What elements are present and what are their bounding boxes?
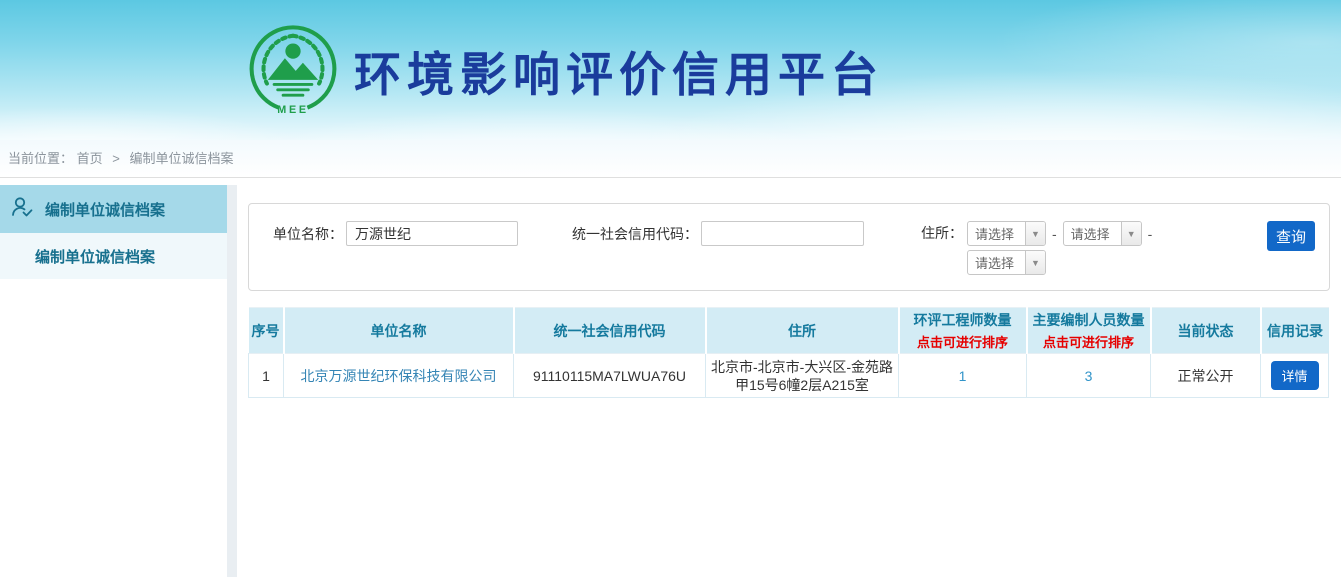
- chevron-down-icon[interactable]: ▼: [1025, 251, 1045, 274]
- site-header: MEE 环境影响评价信用平台: [0, 0, 1341, 140]
- address-dash: -: [1148, 226, 1153, 242]
- main-layout: 编制单位诚信档案 编制单位诚信档案 单位名称： 统一社会信用代码： 住所：: [0, 178, 1341, 577]
- address-field: 住所： 请选择 ▼ - 请选择 ▼ -: [921, 221, 1158, 275]
- table-header-row: 序号 单位名称 统一社会信用代码 住所 环评工程师数量 点击可进行排序 主要编制…: [249, 308, 1329, 354]
- brand: MEE 环境影响评价信用平台: [0, 0, 1341, 116]
- address-line2: 甲15号6幢2层A215室: [706, 376, 898, 394]
- col-staff-count: 主要编制人员数量 点击可进行排序: [1027, 308, 1151, 354]
- col-address: 住所: [706, 308, 899, 354]
- breadcrumb: 当前位置： 首页 > 编制单位诚信档案: [0, 140, 1341, 178]
- credit-code-input[interactable]: [701, 221, 864, 246]
- chevron-down-icon[interactable]: ▼: [1121, 222, 1141, 245]
- engineer-sort-hint[interactable]: 点击可进行排序: [900, 332, 1026, 351]
- content-area: 单位名称： 统一社会信用代码： 住所： 请选择 ▼: [237, 178, 1341, 577]
- address-selects: 请选择 ▼ - 请选择 ▼ - 请选择: [967, 221, 1158, 275]
- col-credit-record: 信用记录: [1261, 308, 1329, 354]
- col-index: 序号: [249, 308, 284, 354]
- address-label: 住所：: [921, 221, 963, 246]
- sidebar-item-credit-archive[interactable]: 编制单位诚信档案: [0, 185, 227, 233]
- credit-code-label: 统一社会信用代码：: [572, 224, 698, 244]
- sidebar-subitem-credit-archive[interactable]: 编制单位诚信档案: [0, 233, 227, 279]
- address-line1: 北京市-北京市-大兴区-金苑路: [706, 358, 898, 376]
- cell-credit-code: 91110115MA7LWUA76U: [514, 354, 706, 398]
- col-company: 单位名称: [284, 308, 514, 354]
- user-check-icon: [10, 195, 34, 224]
- page: MEE 环境影响评价信用平台 当前位置： 首页 > 编制单位诚信档案 编制单位诚…: [0, 0, 1341, 578]
- sidebar-subitem-label: 编制单位诚信档案: [35, 246, 155, 267]
- results-table: 序号 单位名称 统一社会信用代码 住所 环评工程师数量 点击可进行排序 主要编制…: [248, 307, 1329, 398]
- col-engineer-count: 环评工程师数量 点击可进行排序: [899, 308, 1027, 354]
- staff-count-link[interactable]: 3: [1085, 368, 1093, 384]
- sidebar: 编制单位诚信档案 编制单位诚信档案: [0, 178, 227, 577]
- sidebar-divider: [227, 185, 237, 577]
- sidebar-item-label: 编制单位诚信档案: [45, 199, 165, 220]
- col-staff-count-label: 主要编制人员数量: [1028, 310, 1150, 330]
- cell-index: 1: [249, 354, 284, 398]
- detail-button[interactable]: 详情: [1271, 361, 1319, 390]
- chevron-down-icon[interactable]: ▼: [1025, 222, 1045, 245]
- cell-status: 正常公开: [1151, 354, 1261, 398]
- district-select[interactable]: 请选择 ▼: [967, 250, 1046, 275]
- breadcrumb-prefix: 当前位置：: [8, 151, 73, 166]
- district-select-value: 请选择: [968, 253, 1025, 272]
- breadcrumb-separator: >: [112, 151, 120, 166]
- company-name-field: 单位名称：: [273, 221, 518, 246]
- engineer-count-link[interactable]: 1: [959, 368, 967, 384]
- city-select-value: 请选择: [1064, 224, 1121, 243]
- credit-code-field: 统一社会信用代码：: [572, 221, 864, 246]
- company-name-label: 单位名称：: [273, 224, 343, 244]
- city-select[interactable]: 请选择 ▼: [1063, 221, 1142, 246]
- svg-text:MEE: MEE: [277, 104, 308, 116]
- query-button[interactable]: 查询: [1267, 221, 1315, 251]
- table-row: 1 北京万源世纪环保科技有限公司 91110115MA7LWUA76U 北京市-…: [249, 354, 1329, 398]
- company-name-input[interactable]: [346, 221, 518, 246]
- company-link[interactable]: 北京万源世纪环保科技有限公司: [301, 368, 497, 384]
- search-panel: 单位名称： 统一社会信用代码： 住所： 请选择 ▼: [248, 203, 1330, 291]
- mee-logo-icon: MEE: [248, 24, 338, 116]
- breadcrumb-current: 编制单位诚信档案: [130, 151, 234, 166]
- col-status: 当前状态: [1151, 308, 1261, 354]
- province-select[interactable]: 请选择 ▼: [967, 221, 1046, 246]
- address-dash: -: [1052, 226, 1057, 242]
- col-engineer-count-label: 环评工程师数量: [900, 310, 1026, 330]
- breadcrumb-home-link[interactable]: 首页: [77, 151, 103, 166]
- cell-address: 北京市-北京市-大兴区-金苑路 甲15号6幢2层A215室: [706, 354, 899, 398]
- site-title: 环境影响评价信用平台: [354, 36, 884, 105]
- staff-sort-hint[interactable]: 点击可进行排序: [1028, 332, 1150, 351]
- province-select-value: 请选择: [968, 224, 1025, 243]
- col-credit-code: 统一社会信用代码: [514, 308, 706, 354]
